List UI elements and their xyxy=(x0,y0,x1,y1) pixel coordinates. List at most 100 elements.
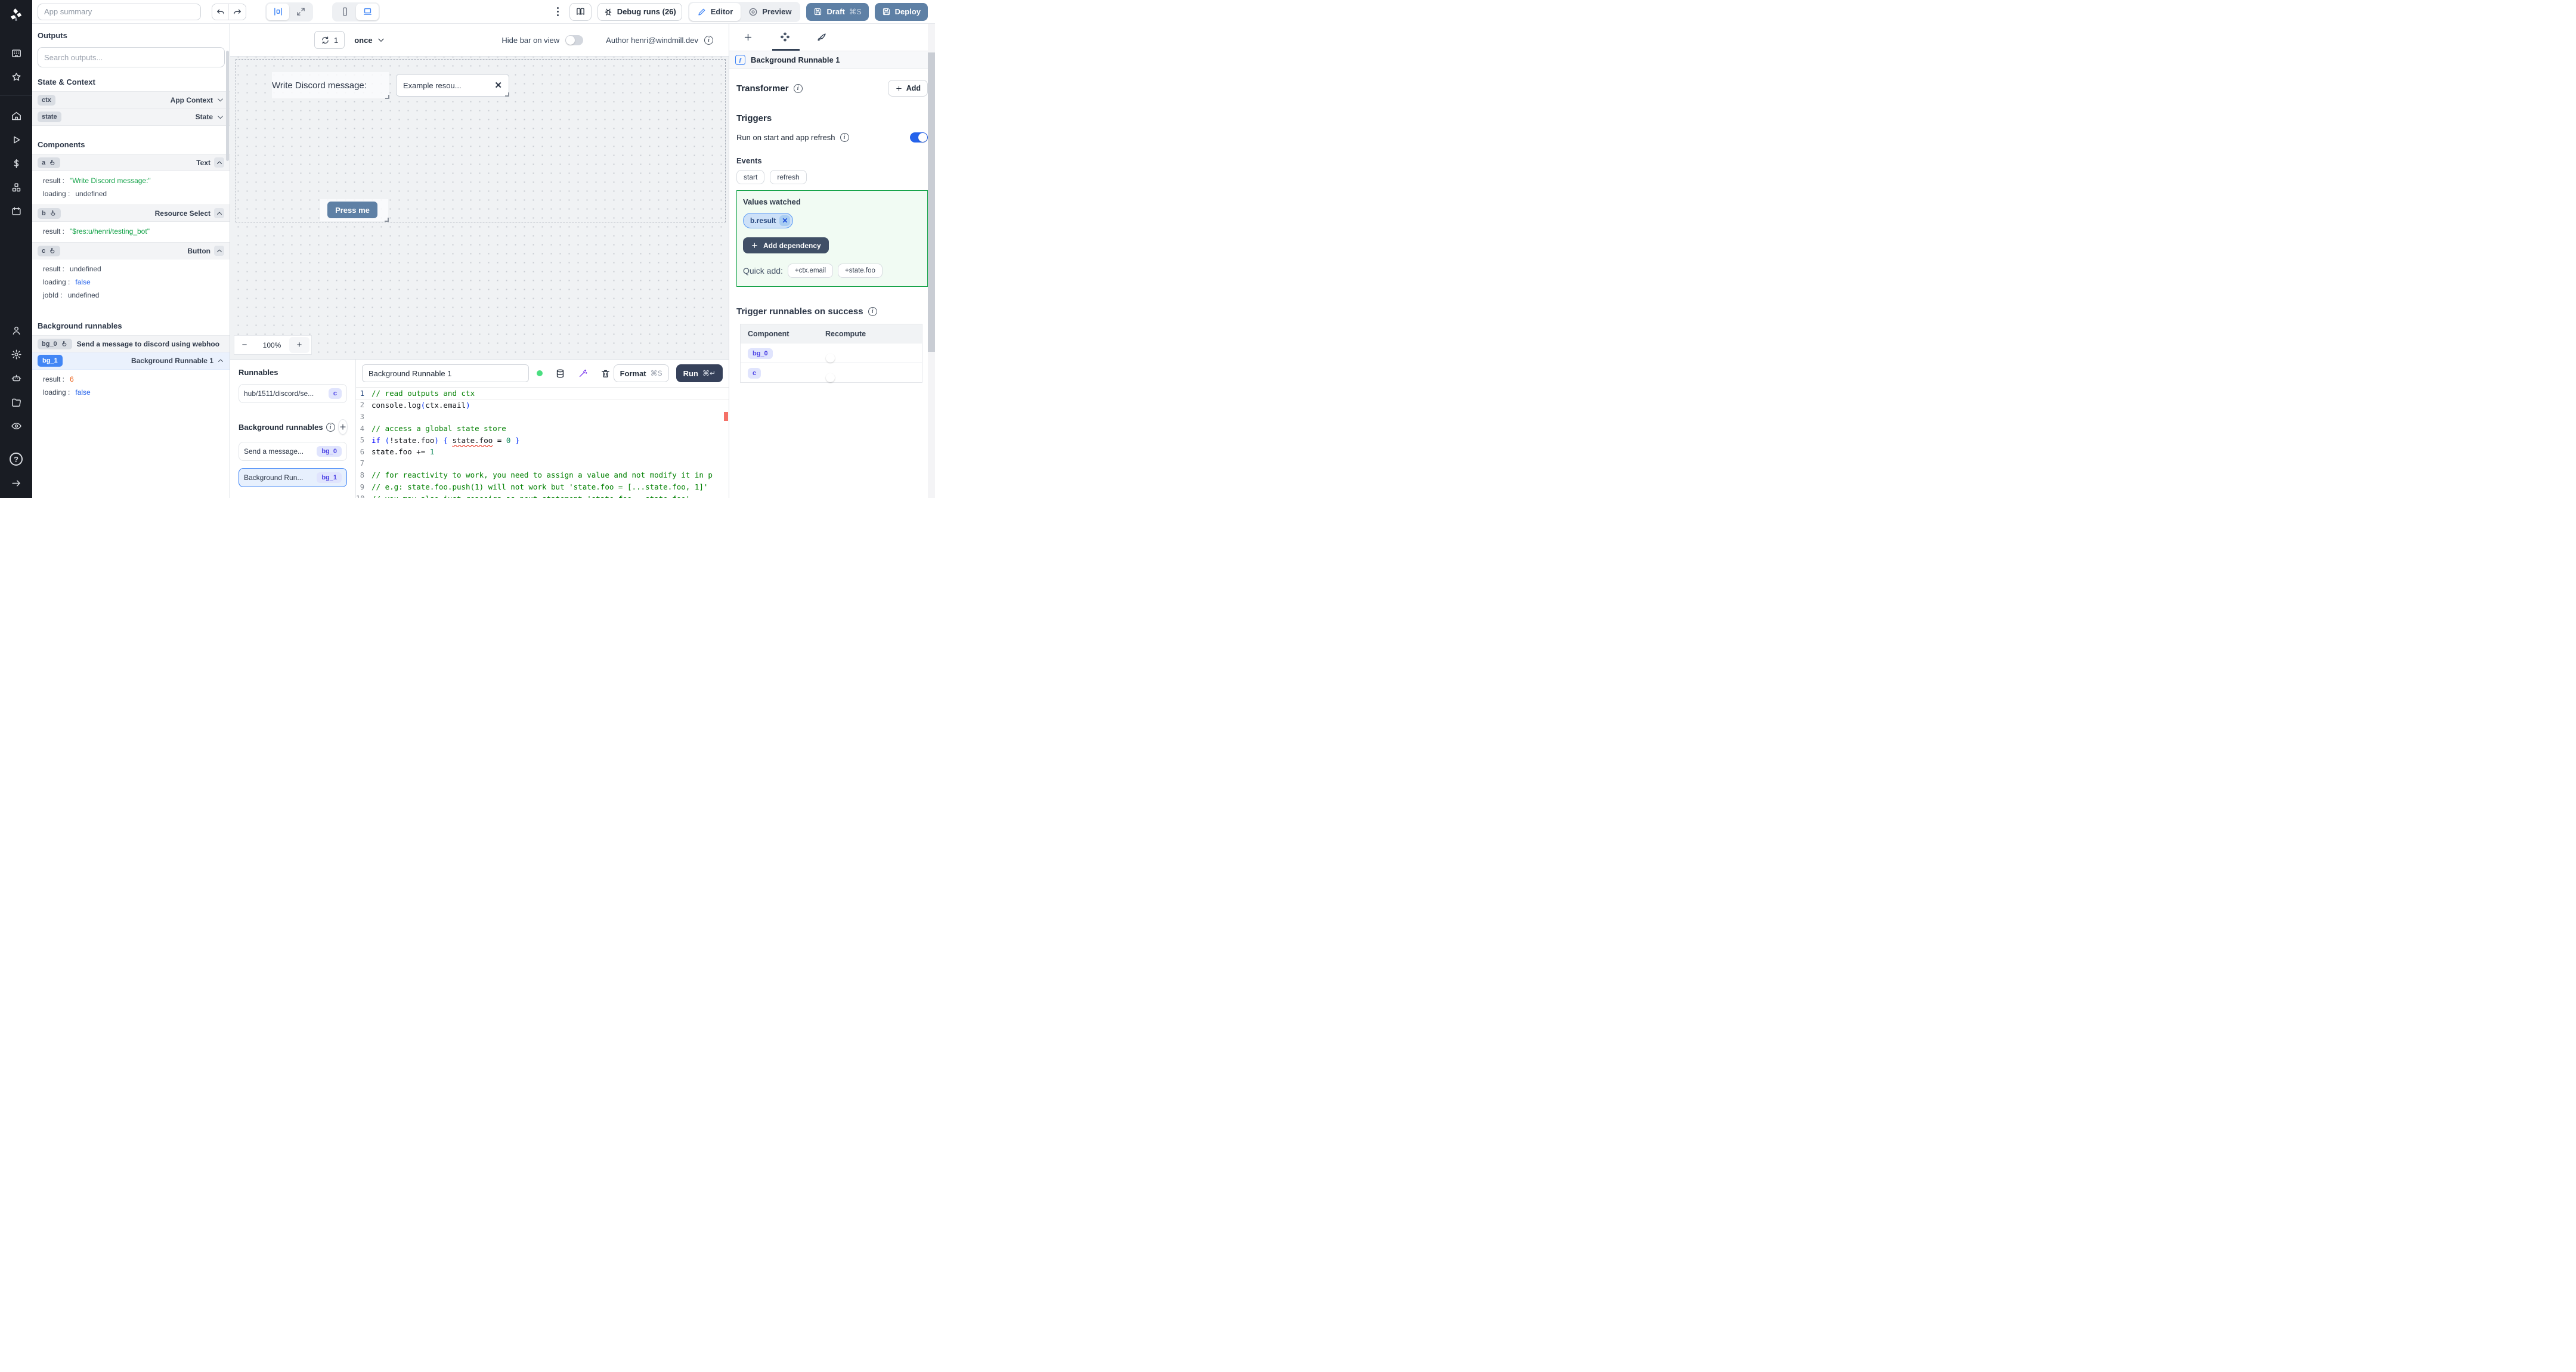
run-button[interactable]: Run ⌘↵ xyxy=(676,364,723,382)
settings-gear-icon[interactable] xyxy=(6,344,26,364)
field-value: undefined xyxy=(75,190,107,198)
add-transformer-button[interactable]: Add xyxy=(887,80,928,97)
tab-component-settings-icon[interactable] xyxy=(766,24,803,51)
press-me-button[interactable]: Press me xyxy=(327,202,377,218)
collapse-arrow-icon[interactable] xyxy=(6,473,26,493)
tab-preview[interactable]: Preview xyxy=(741,3,799,21)
component-b-row[interactable]: b Resource Select xyxy=(32,205,230,222)
bg0-row[interactable]: bg_0 Send a message to discord using web… xyxy=(32,335,230,352)
remove-dependency-x-icon[interactable]: ✕ xyxy=(779,215,791,226)
resize-handle[interactable] xyxy=(505,92,509,97)
info-icon[interactable] xyxy=(326,422,335,432)
tab-editor[interactable]: Editor xyxy=(689,2,741,21)
collapse-chevron-up-icon[interactable] xyxy=(214,157,224,168)
folders-icon[interactable] xyxy=(6,392,26,412)
user-icon[interactable] xyxy=(6,320,26,340)
star-icon[interactable] xyxy=(6,67,26,87)
frequency-select[interactable]: once xyxy=(354,36,385,45)
field-value: undefined xyxy=(67,291,100,299)
redo-button[interactable] xyxy=(229,4,246,20)
state-row[interactable]: state State xyxy=(32,109,230,126)
schedules-calendar-icon[interactable] xyxy=(6,201,26,221)
refresh-count-button[interactable]: 1 xyxy=(314,31,345,49)
runnable-bg0-item[interactable]: Send a message... bg_0 xyxy=(239,442,347,461)
mobile-icon[interactable] xyxy=(333,4,356,20)
collapse-chevron-up-icon[interactable] xyxy=(217,357,224,364)
tab-insert-plus-icon[interactable] xyxy=(729,24,766,51)
hide-bar-toggle[interactable] xyxy=(565,35,584,45)
ctx-badge: ctx xyxy=(38,94,55,106)
home-icon[interactable] xyxy=(6,106,26,126)
clear-x-icon[interactable]: ✕ xyxy=(494,80,502,91)
component-a-row[interactable]: a Text xyxy=(32,154,230,171)
cache-database-icon[interactable] xyxy=(555,368,565,379)
docs-book-button[interactable] xyxy=(569,2,592,21)
collapse-chevron-up-icon[interactable] xyxy=(214,246,224,256)
chevron-down-icon[interactable] xyxy=(216,96,224,104)
resize-handle[interactable] xyxy=(385,218,389,222)
run-on-start-toggle[interactable] xyxy=(910,132,928,143)
quick-add-state-foo[interactable]: +state.foo xyxy=(838,264,883,278)
format-button[interactable]: Format ⌘S xyxy=(613,364,669,382)
deploy-button[interactable]: Deploy xyxy=(874,2,928,21)
runnable-hub-item[interactable]: hub/1511/discord/se... c xyxy=(239,384,347,403)
info-icon[interactable] xyxy=(868,307,877,316)
field-value: undefined xyxy=(70,265,101,273)
zoom-in-button[interactable]: + xyxy=(289,337,309,353)
runnable-bg1-item-selected[interactable]: Background Run... bg_1 xyxy=(239,468,347,487)
workers-robot-icon[interactable] xyxy=(6,368,26,388)
field-key: result xyxy=(43,176,64,185)
pointer-hand-icon xyxy=(61,340,67,346)
resource-select-component[interactable]: Example resou... ✕ xyxy=(396,74,509,97)
runnable-label: hub/1511/discord/se... xyxy=(244,389,314,398)
code-area[interactable]: 1// read outputs and ctx 2 console.log(ct… xyxy=(356,387,729,498)
undo-button[interactable] xyxy=(212,4,229,20)
fullscreen-icon[interactable] xyxy=(289,4,312,20)
panel-scrollbar-thumb[interactable] xyxy=(928,52,935,352)
eye-icon[interactable] xyxy=(6,416,26,436)
runs-play-icon[interactable] xyxy=(6,129,26,150)
text-component[interactable]: Write Discord message: xyxy=(272,72,389,99)
watched-dependency-chip[interactable]: b.result ✕ xyxy=(743,213,794,228)
event-chip-start[interactable]: start xyxy=(736,170,765,184)
draft-button[interactable]: Draft ⌘S xyxy=(806,2,869,21)
search-outputs-input[interactable] xyxy=(38,47,225,67)
bg1-row[interactable]: bg_1 Background Runnable 1 xyxy=(32,352,230,370)
component-c-row[interactable]: c Button xyxy=(32,242,230,259)
event-chip-refresh[interactable]: refresh xyxy=(770,170,807,184)
resources-cubes-icon[interactable] xyxy=(6,177,26,197)
code-line: 6 state.foo += 1 xyxy=(360,447,435,457)
debug-runs-button[interactable]: Debug runs (26) xyxy=(597,2,682,21)
quick-add-ctx-email[interactable]: +ctx.email xyxy=(787,264,834,278)
ctx-row[interactable]: ctx App Context xyxy=(32,91,230,109)
zoom-out-button[interactable]: − xyxy=(234,340,255,350)
variables-dollar-icon[interactable] xyxy=(6,153,26,174)
outputs-scrollbar[interactable] xyxy=(226,51,229,161)
centered-layout-icon[interactable] xyxy=(267,3,289,20)
app-summary-input[interactable] xyxy=(38,3,201,20)
add-dependency-button[interactable]: Add dependency xyxy=(743,237,829,253)
delete-trash-icon[interactable] xyxy=(600,368,611,379)
collapse-chevron-up-icon[interactable] xyxy=(214,208,224,218)
runnable-name-input[interactable] xyxy=(362,364,529,382)
ctx-type-label: App Context xyxy=(170,95,213,104)
windmill-logo-icon[interactable] xyxy=(8,7,24,26)
run-shortcut: ⌘↵ xyxy=(702,369,716,377)
app-canvas[interactable]: Write Discord message: Example resou... … xyxy=(230,56,729,359)
info-icon[interactable] xyxy=(704,35,713,45)
settings-panel: Background Runnable 1 Transformer Add Tr… xyxy=(729,24,935,498)
field-value: false xyxy=(75,388,91,397)
tab-styling-brush-icon[interactable] xyxy=(803,24,840,51)
help-icon[interactable] xyxy=(6,449,26,469)
info-icon[interactable] xyxy=(793,83,803,93)
ai-wand-icon[interactable] xyxy=(578,368,588,379)
apps-icon[interactable] xyxy=(6,43,26,63)
panel-scrollbar-track[interactable] xyxy=(928,24,935,498)
add-runnable-button[interactable] xyxy=(338,419,348,435)
resize-handle[interactable] xyxy=(385,95,389,99)
desktop-icon[interactable] xyxy=(356,3,379,20)
chevron-down-icon[interactable] xyxy=(216,113,224,121)
more-options-icon[interactable] xyxy=(553,7,564,16)
info-icon[interactable] xyxy=(840,133,849,142)
save-icon xyxy=(883,8,890,16)
